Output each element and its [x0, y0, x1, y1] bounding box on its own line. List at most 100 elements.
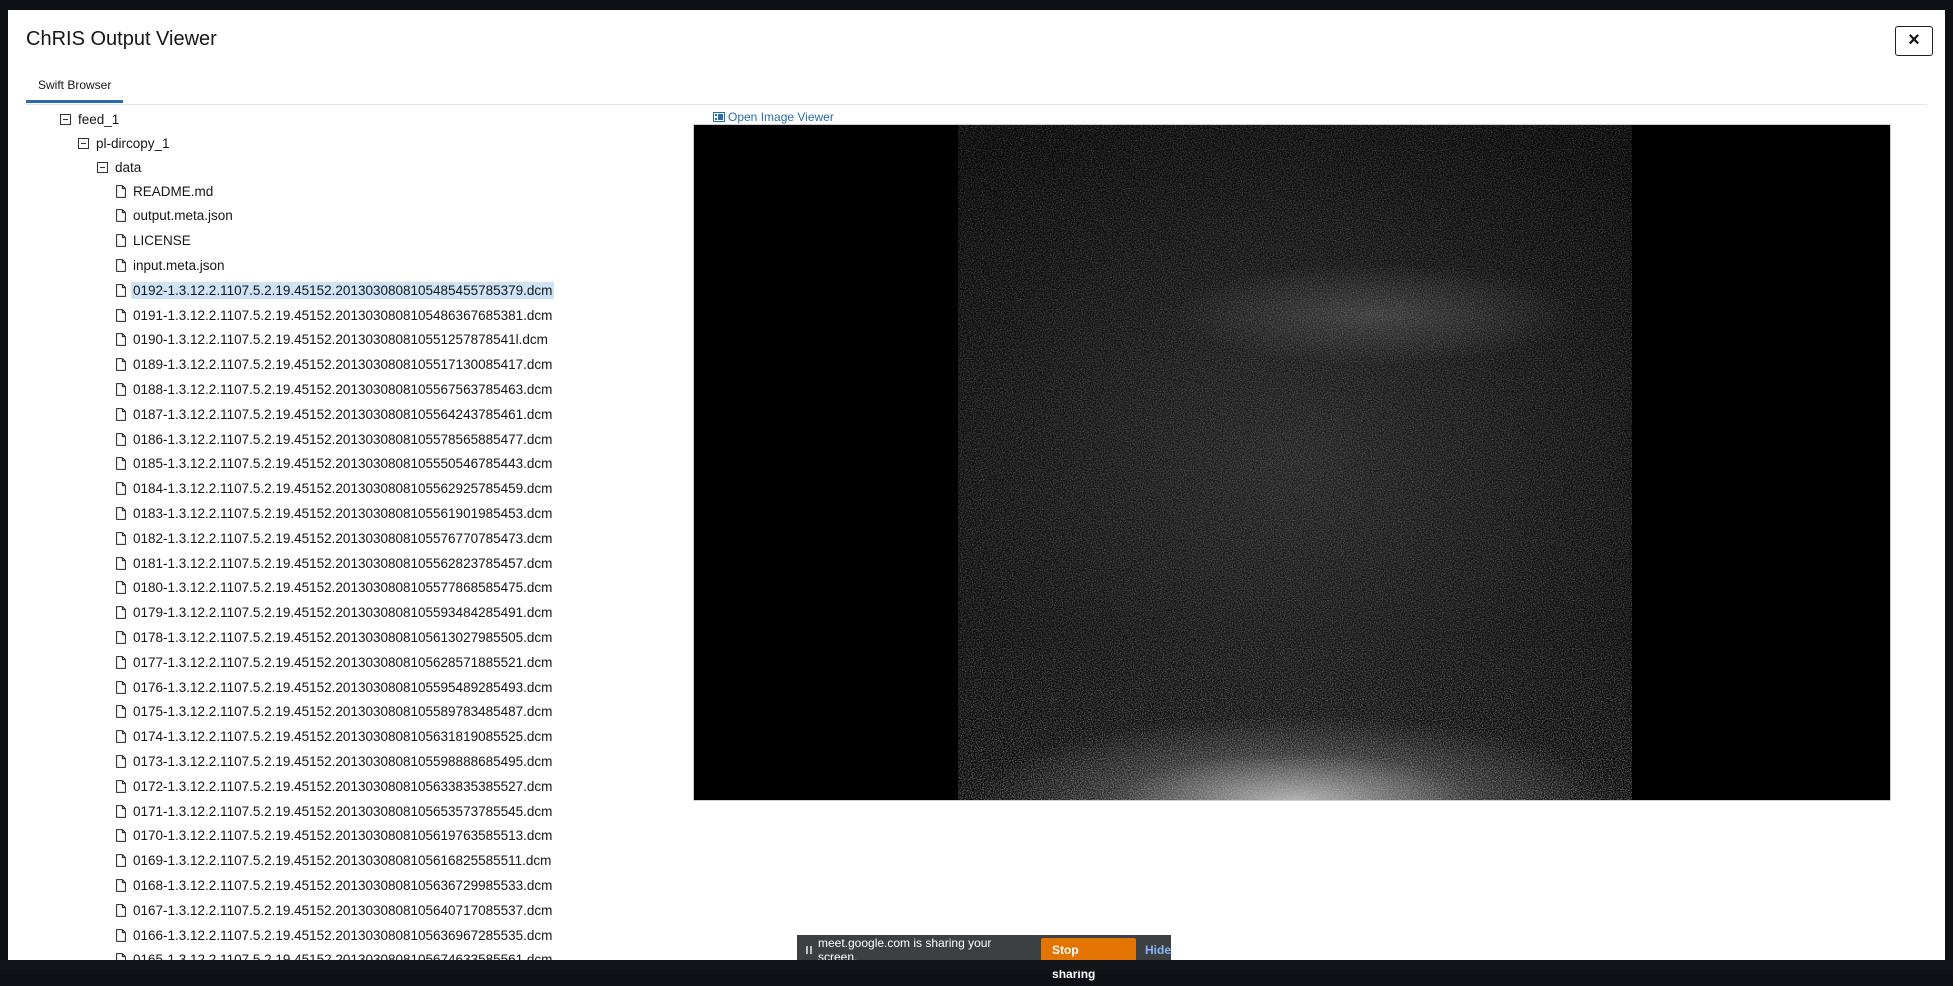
file-icon — [116, 556, 126, 570]
file-icon — [116, 333, 126, 347]
file-row[interactable]: 0183-1.3.12.2.1107.5.2.19.45152.20130308… — [116, 502, 552, 524]
file-name: 0170-1.3.12.2.1107.5.2.19.45152.20130308… — [133, 828, 553, 844]
open-image-viewer-link[interactable]: Open Image Viewer — [713, 110, 834, 124]
file-row[interactable]: 0179-1.3.12.2.1107.5.2.19.45152.20130308… — [116, 602, 552, 624]
file-row[interactable]: 0174-1.3.12.2.1107.5.2.19.45152.20130308… — [116, 726, 552, 748]
file-row[interactable]: 0175-1.3.12.2.1107.5.2.19.45152.20130308… — [116, 701, 552, 723]
file-row[interactable]: 0178-1.3.12.2.1107.5.2.19.45152.20130308… — [116, 626, 552, 648]
file-row[interactable]: 0182-1.3.12.2.1107.5.2.19.45152.20130308… — [116, 527, 552, 549]
file-icon — [116, 829, 126, 843]
file-name: 0191-1.3.12.2.1107.5.2.19.45152.20130308… — [133, 307, 553, 323]
file-name: 0190-1.3.12.2.1107.5.2.19.45152.20130308… — [133, 332, 548, 348]
hide-button[interactable]: Hide — [1145, 943, 1171, 957]
minus-square-icon[interactable] — [60, 113, 71, 125]
file-row[interactable]: 0171-1.3.12.2.1107.5.2.19.45152.20130308… — [116, 800, 552, 822]
file-icon — [116, 184, 126, 198]
file-name: 0167-1.3.12.2.1107.5.2.19.45152.20130308… — [133, 902, 553, 918]
file-icon — [116, 531, 126, 545]
file-row[interactable]: 0185-1.3.12.2.1107.5.2.19.45152.20130308… — [116, 453, 552, 475]
file-name: 0166-1.3.12.2.1107.5.2.19.45152.20130308… — [133, 927, 553, 943]
file-row[interactable]: LICENSE — [116, 230, 191, 252]
file-row[interactable]: 0173-1.3.12.2.1107.5.2.19.45152.20130308… — [116, 750, 552, 772]
file-row[interactable]: 0176-1.3.12.2.1107.5.2.19.45152.20130308… — [116, 676, 552, 698]
mri-scan-image — [958, 125, 1632, 800]
file-name: 0173-1.3.12.2.1107.5.2.19.45152.20130308… — [133, 753, 553, 769]
file-row[interactable]: 0167-1.3.12.2.1107.5.2.19.45152.20130308… — [116, 899, 552, 921]
file-row[interactable]: 0184-1.3.12.2.1107.5.2.19.45152.20130308… — [116, 478, 552, 500]
file-name: 0179-1.3.12.2.1107.5.2.19.45152.20130308… — [133, 605, 553, 621]
minus-square-icon[interactable] — [97, 161, 108, 173]
file-icon — [116, 457, 126, 471]
file-name: 0172-1.3.12.2.1107.5.2.19.45152.20130308… — [133, 778, 553, 794]
file-name: 0175-1.3.12.2.1107.5.2.19.45152.20130308… — [133, 704, 553, 720]
stop-sharing-button[interactable]: Stop sharing — [1041, 938, 1136, 981]
tree-node-data-folder[interactable]: data — [97, 156, 141, 178]
file-name: 0188-1.3.12.2.1107.5.2.19.45152.20130308… — [133, 381, 553, 397]
modal-title: ChRIS Output Viewer — [26, 28, 217, 50]
file-row[interactable]: 0188-1.3.12.2.1107.5.2.19.45152.20130308… — [116, 378, 552, 400]
file-name: 0183-1.3.12.2.1107.5.2.19.45152.20130308… — [133, 505, 553, 521]
tab-bar: Swift Browser — [26, 70, 1927, 105]
file-name: 0169-1.3.12.2.1107.5.2.19.45152.20130308… — [133, 853, 552, 869]
file-icon — [116, 655, 126, 669]
file-row[interactable]: 0168-1.3.12.2.1107.5.2.19.45152.20130308… — [116, 874, 552, 896]
tree-node-label: feed_1 — [78, 111, 120, 127]
file-name: 0187-1.3.12.2.1107.5.2.19.45152.20130308… — [133, 406, 553, 422]
file-row[interactable]: output.meta.json — [116, 205, 233, 227]
file-name: input.meta.json — [133, 257, 225, 273]
dicom-image-preview — [693, 124, 1891, 801]
file-name: 0178-1.3.12.2.1107.5.2.19.45152.20130308… — [133, 629, 553, 645]
file-icon — [116, 283, 126, 297]
tree-node-feed[interactable]: feed_1 — [60, 108, 119, 130]
file-name: output.meta.json — [133, 208, 233, 224]
file-row[interactable]: 0165-1.3.12.2.1107.5.2.19.45152.20130308… — [116, 949, 552, 960]
file-icon — [116, 308, 126, 322]
file-name: 0176-1.3.12.2.1107.5.2.19.45152.20130308… — [133, 679, 553, 695]
file-row[interactable]: 0170-1.3.12.2.1107.5.2.19.45152.20130308… — [116, 825, 552, 847]
file-row[interactable]: 0190-1.3.12.2.1107.5.2.19.45152.20130308… — [116, 329, 548, 351]
file-row[interactable]: 0172-1.3.12.2.1107.5.2.19.45152.20130308… — [116, 775, 552, 797]
file-tree: feed_1 pl-dircopy_1 data README.md output… — [44, 108, 684, 960]
minus-square-icon[interactable] — [78, 137, 89, 149]
file-icon — [116, 953, 126, 960]
file-row[interactable]: 0169-1.3.12.2.1107.5.2.19.45152.20130308… — [116, 850, 551, 872]
tab-swift-browser[interactable]: Swift Browser — [26, 70, 124, 103]
file-icon — [116, 903, 126, 917]
file-icon — [116, 754, 126, 768]
file-name: 0174-1.3.12.2.1107.5.2.19.45152.20130308… — [133, 729, 553, 745]
file-row[interactable]: 0192-1.3.12.2.1107.5.2.19.45152.20130308… — [116, 279, 555, 301]
file-icon — [116, 779, 126, 793]
file-icon — [116, 382, 126, 396]
file-name: 0182-1.3.12.2.1107.5.2.19.45152.20130308… — [133, 530, 553, 546]
file-row[interactable]: 0177-1.3.12.2.1107.5.2.19.45152.20130308… — [116, 651, 552, 673]
file-icon — [116, 854, 126, 867]
file-row[interactable]: 0187-1.3.12.2.1107.5.2.19.45152.20130308… — [116, 403, 552, 425]
file-row[interactable]: input.meta.json — [116, 254, 225, 276]
tree-node-label: pl-dircopy_1 — [96, 135, 170, 151]
file-icon — [116, 630, 126, 644]
file-icon — [116, 506, 126, 520]
file-row[interactable]: 0186-1.3.12.2.1107.5.2.19.45152.20130308… — [116, 428, 552, 450]
file-icon — [116, 432, 126, 446]
file-icon — [116, 705, 126, 719]
file-name: 0168-1.3.12.2.1107.5.2.19.45152.20130308… — [133, 877, 553, 893]
file-name: 0165-1.3.12.2.1107.5.2.19.45152.20130308… — [133, 952, 553, 960]
file-icon — [116, 209, 126, 223]
file-row[interactable]: 0189-1.3.12.2.1107.5.2.19.45152.20130308… — [116, 354, 552, 376]
pause-icon — [806, 946, 812, 954]
file-name: 0177-1.3.12.2.1107.5.2.19.45152.20130308… — [133, 654, 553, 670]
file-row[interactable]: 0180-1.3.12.2.1107.5.2.19.45152.20130308… — [116, 577, 552, 599]
file-name: 0186-1.3.12.2.1107.5.2.19.45152.20130308… — [133, 431, 553, 447]
file-name: LICENSE — [133, 233, 191, 249]
file-icon — [116, 358, 126, 371]
file-row[interactable]: README.md — [116, 180, 213, 202]
noise-texture — [958, 125, 1632, 800]
file-icon — [116, 407, 126, 421]
file-row[interactable]: 0166-1.3.12.2.1107.5.2.19.45152.20130308… — [116, 924, 552, 946]
close-button[interactable]: × — [1895, 26, 1933, 56]
file-row[interactable]: 0191-1.3.12.2.1107.5.2.19.45152.20130308… — [116, 304, 552, 326]
file-icon — [116, 581, 126, 595]
file-row[interactable]: 0181-1.3.12.2.1107.5.2.19.45152.20130308… — [116, 552, 552, 574]
tree-node-plugin[interactable]: pl-dircopy_1 — [78, 132, 170, 154]
file-icon — [116, 606, 126, 619]
